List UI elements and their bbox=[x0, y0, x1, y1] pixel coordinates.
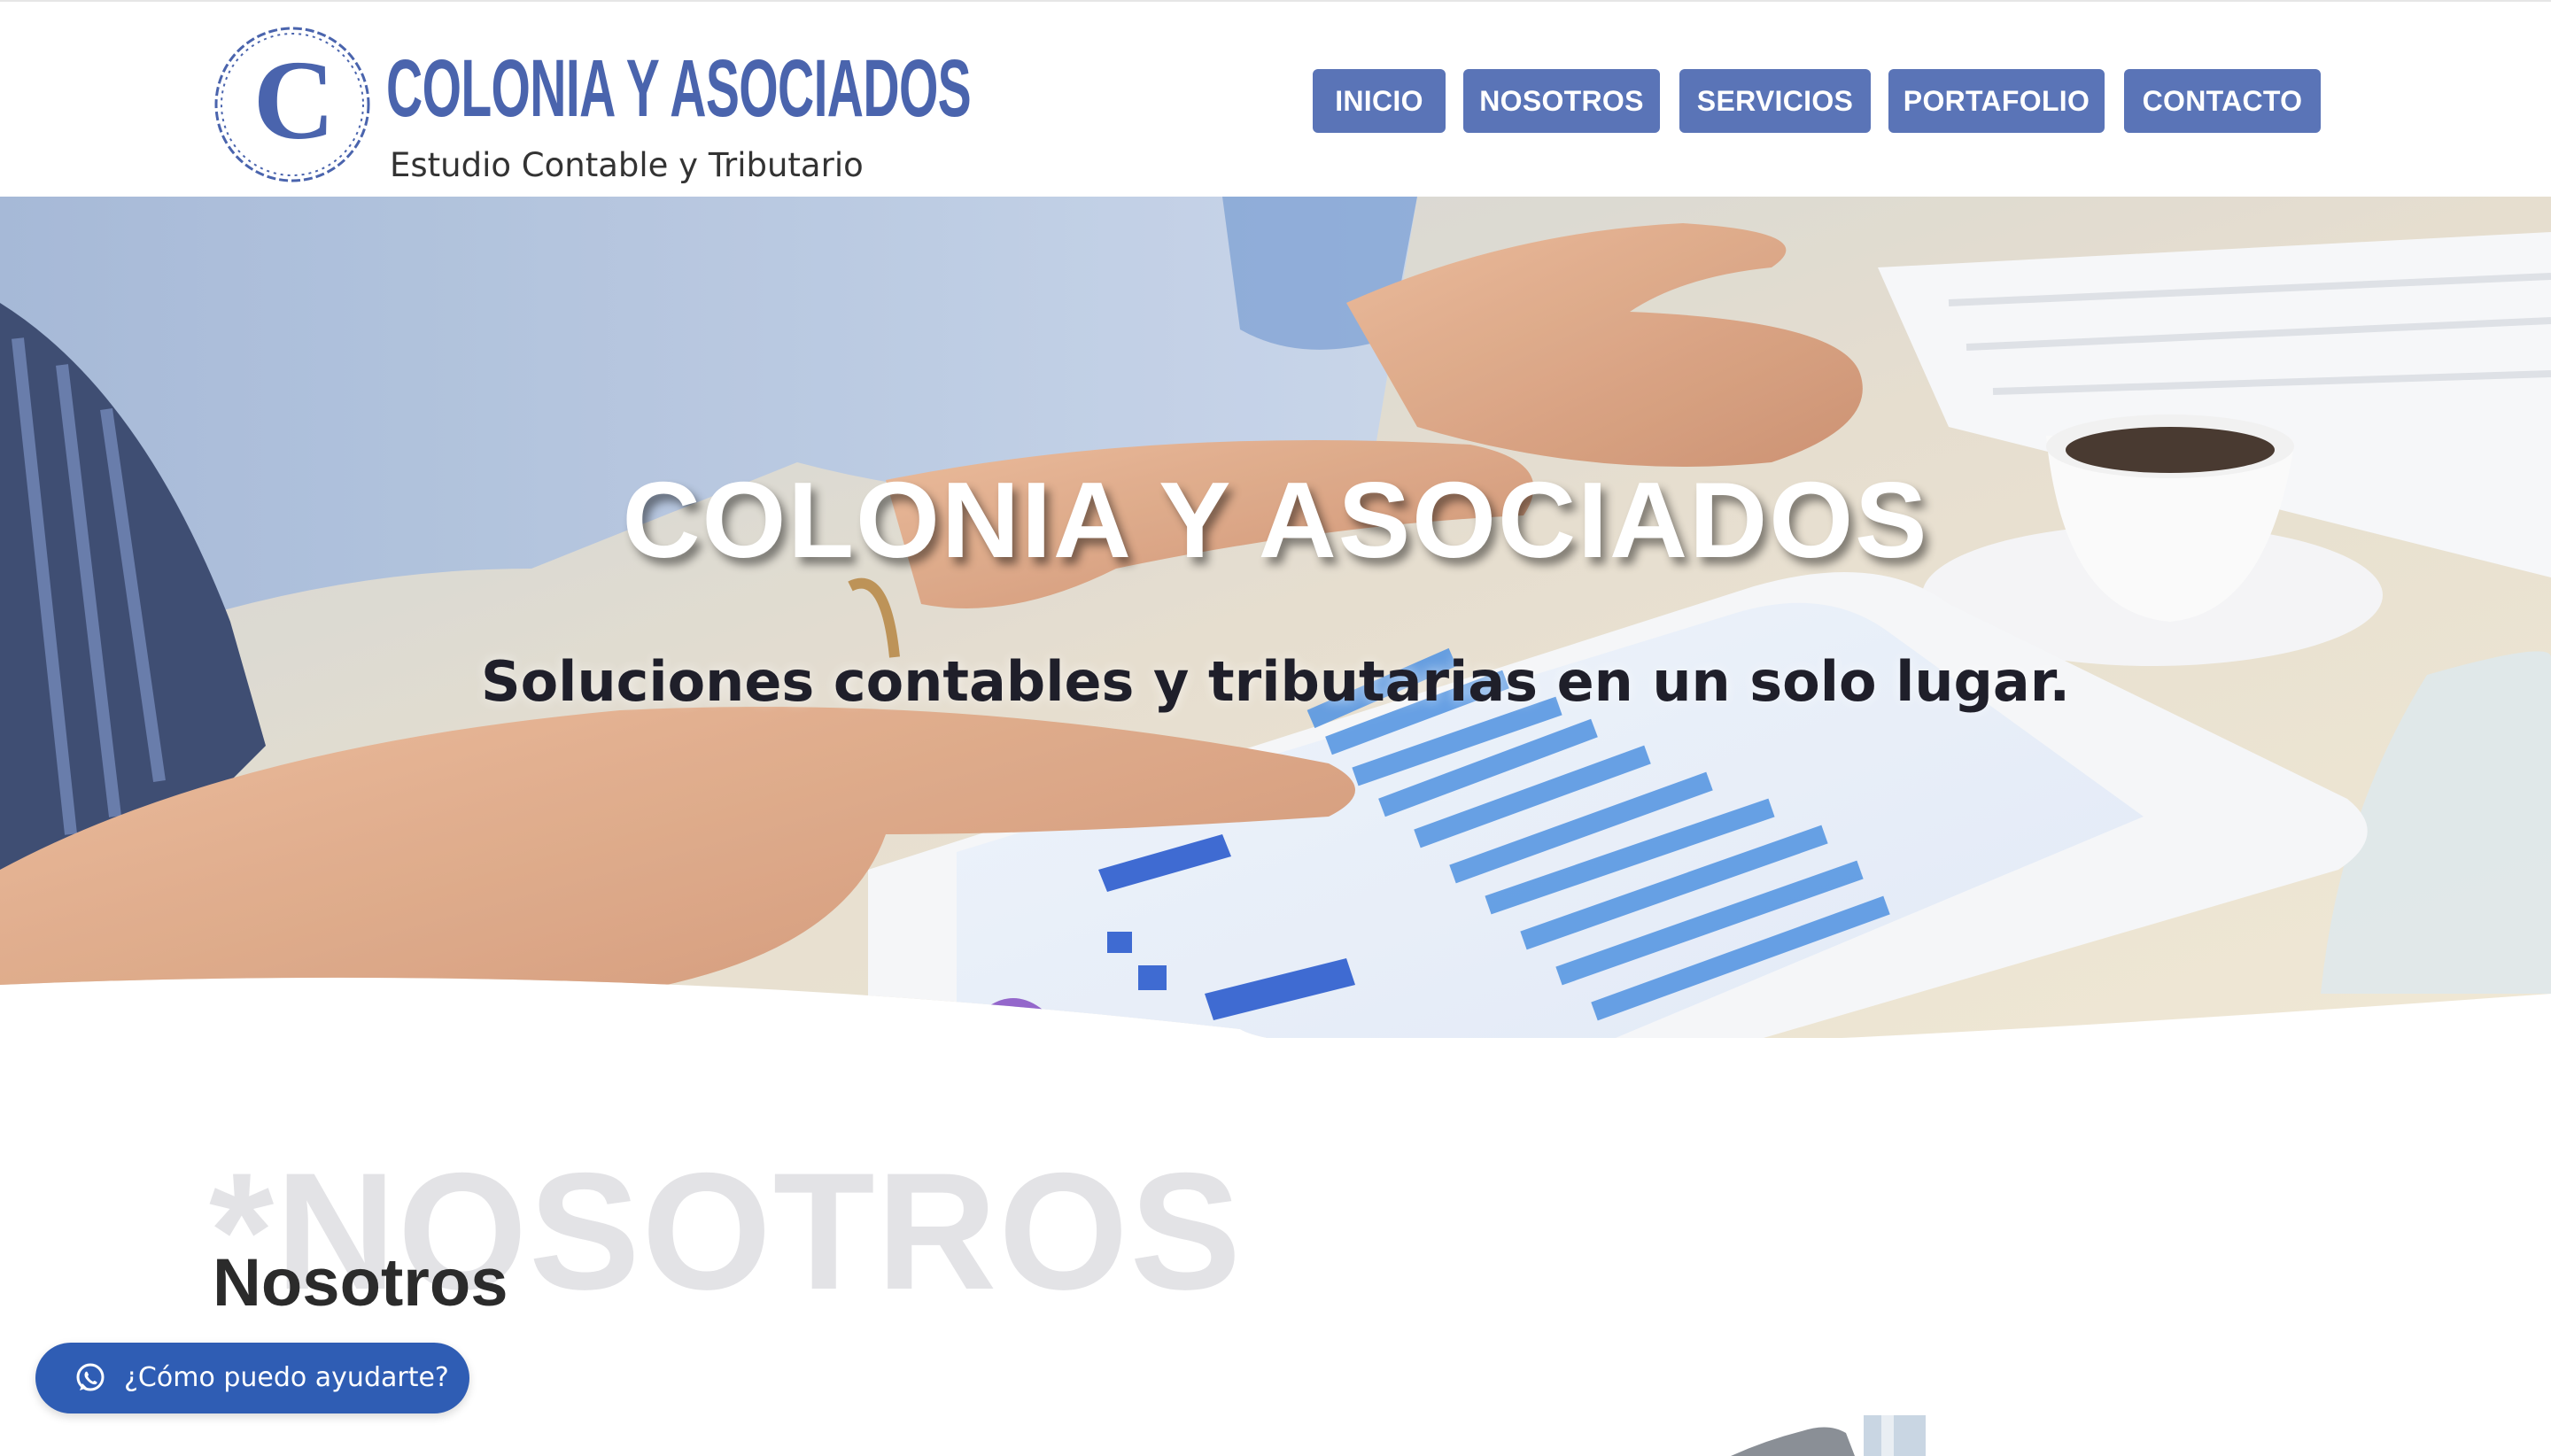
nav-item-inicio[interactable]: INICIO bbox=[1313, 69, 1446, 133]
whatsapp-icon bbox=[76, 1363, 105, 1391]
brand-tagline: Estudio Contable y Tributario bbox=[390, 146, 864, 184]
site-header: C COLONIA Y ASOCIADOS Estudio Contable y… bbox=[0, 0, 2551, 197]
nav-item-servicios[interactable]: SERVICIOS bbox=[1679, 69, 1871, 133]
whatsapp-chat-button[interactable]: ¿Cómo puedo ayudarte? bbox=[35, 1343, 469, 1413]
logo-letter: C bbox=[253, 37, 335, 163]
hero-subtitle: Soluciones contables y tributarias en un… bbox=[480, 649, 2071, 714]
section-heading: Nosotros bbox=[213, 1245, 508, 1320]
nav-item-contacto[interactable]: CONTACTO bbox=[2124, 69, 2321, 133]
hero-banner: COLONIA Y ASOCIADOS Soluciones contables… bbox=[0, 197, 2551, 1038]
brand-name: COLONIA Y ASOCIADOS bbox=[386, 43, 972, 134]
hero-title: COLONIA Y ASOCIADOS bbox=[622, 460, 1929, 580]
main-nav: INICIO NOSOTROS SERVICIOS PORTAFOLIO CON… bbox=[1313, 69, 2322, 133]
nav-item-nosotros[interactable]: NOSOTROS bbox=[1463, 69, 1660, 133]
about-image bbox=[1731, 1413, 1926, 1456]
whatsapp-label: ¿Cómo puedo ayudarte? bbox=[124, 1362, 449, 1393]
hero-background-image bbox=[0, 197, 2551, 1038]
logo-emblem-icon: C bbox=[214, 27, 370, 182]
site-logo[interactable]: C COLONIA Y ASOCIADOS Estudio Contable y… bbox=[211, 23, 972, 188]
nav-item-portafolio[interactable]: PORTAFOLIO bbox=[1888, 69, 2105, 133]
